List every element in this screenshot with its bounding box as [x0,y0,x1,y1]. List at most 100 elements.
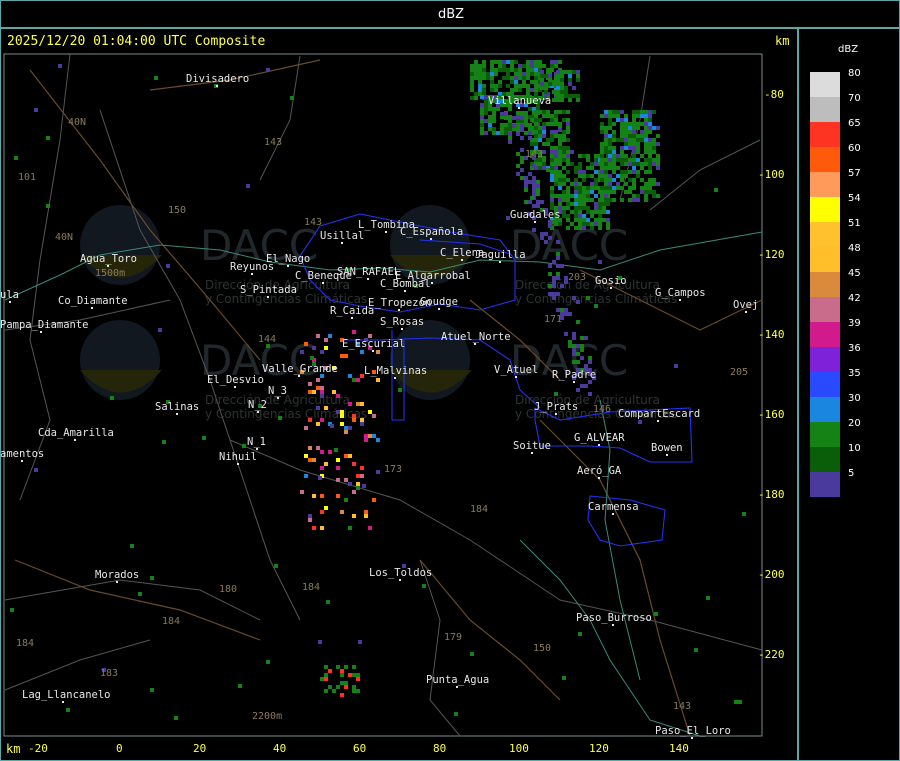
echo-cell [580,356,584,360]
echo-cell [576,94,580,98]
echo-cell [566,218,570,222]
echo-cell [324,346,328,350]
echo-cell [628,186,632,190]
echo-cell [526,76,530,80]
echo-cell [376,438,380,442]
echo-cell [530,88,534,92]
echo-cell [14,156,18,160]
echo-cell [470,88,474,92]
echo-cell [586,158,590,162]
echo-cell [586,154,590,158]
echo-cell [518,84,522,88]
echo-cell [600,190,604,194]
route-number: 143 [304,217,322,228]
echo-cell [502,60,506,64]
legend-label: 70 [848,93,861,104]
echo-cell [560,284,564,288]
echo-cell [356,486,360,490]
echo-cell [548,292,552,296]
echo-cell [520,176,524,180]
legend-label: 54 [848,193,861,204]
echo-cell [554,392,558,396]
echo-cell [616,166,620,170]
echo-cell [566,146,570,150]
echo-cell [582,170,586,174]
echo-cell [470,84,474,88]
watermark-line: Dirección de Agricultura [515,278,660,292]
echo-cell [550,122,554,126]
echo-cell [320,418,324,422]
echo-cell [558,202,562,206]
legend-swatch [810,447,840,472]
echo-cell [566,186,570,190]
echo-cell [624,162,628,166]
echo-cell [616,174,620,178]
echo-cell [620,118,624,122]
echo-cell [340,410,344,414]
x-tick: 100 [509,742,529,755]
echo-cell [604,134,608,138]
place-marker [394,377,396,379]
legend-swatch [810,72,840,97]
place-marker [40,331,42,333]
echo-cell [570,210,574,214]
echo-cell [742,512,746,516]
place-label: ula [1,289,19,301]
echo-cell [508,107,512,111]
echo-cell [454,712,458,716]
echo-cell [560,264,564,268]
echo-cell [524,180,528,184]
echo-cell [478,68,482,72]
echo-cell [584,336,588,340]
echo-cell [604,142,608,146]
radar-map[interactable]: DACCDirección de Agriculturay Contingenc… [1,29,797,760]
echo-cell [556,240,560,244]
echo-cell [644,134,648,138]
echo-cell [564,308,568,312]
echo-cell [352,418,356,422]
echo-cell [578,190,582,194]
echo-cell [624,190,628,194]
echo-cell [594,186,598,190]
route-number: 179 [444,632,462,643]
echo-cell [550,158,554,162]
echo-cell [576,74,580,78]
echo-cell [536,200,540,204]
echo-cell [538,166,542,170]
echo-cell [562,198,566,202]
echo-cell [648,150,652,154]
place-marker [461,259,463,261]
echo-cell [520,124,524,128]
echo-cell [600,166,604,170]
echo-cell [558,150,562,154]
echo-cell [608,122,612,126]
echo-cell [540,236,544,240]
echo-cell [608,174,612,178]
echo-cell [340,681,344,685]
echo-cell [520,116,524,120]
x-tick: 20 [193,742,207,755]
echo-cell [482,72,486,76]
echo-cell [550,134,554,138]
place-marker [515,376,517,378]
echo-cell [534,134,538,138]
place-marker [372,350,374,352]
place-label: Nihuil [219,451,257,463]
echo-cell [550,118,554,122]
place-label: Gosio [595,275,627,287]
place-marker [534,221,536,223]
echo-cell [474,92,478,96]
echo-cell [632,110,636,114]
echo-cell [594,194,598,198]
place-marker [216,85,218,87]
echo-cell [344,478,348,482]
echo-cell [628,162,632,166]
echo-cell [312,390,316,394]
echo-cell [550,186,554,190]
legend-swatch [810,372,840,397]
echo-cell [538,64,542,68]
echo-cell [558,154,562,158]
echo-cell [636,138,640,142]
echo-cell [558,134,562,138]
echo-cell [620,126,624,130]
